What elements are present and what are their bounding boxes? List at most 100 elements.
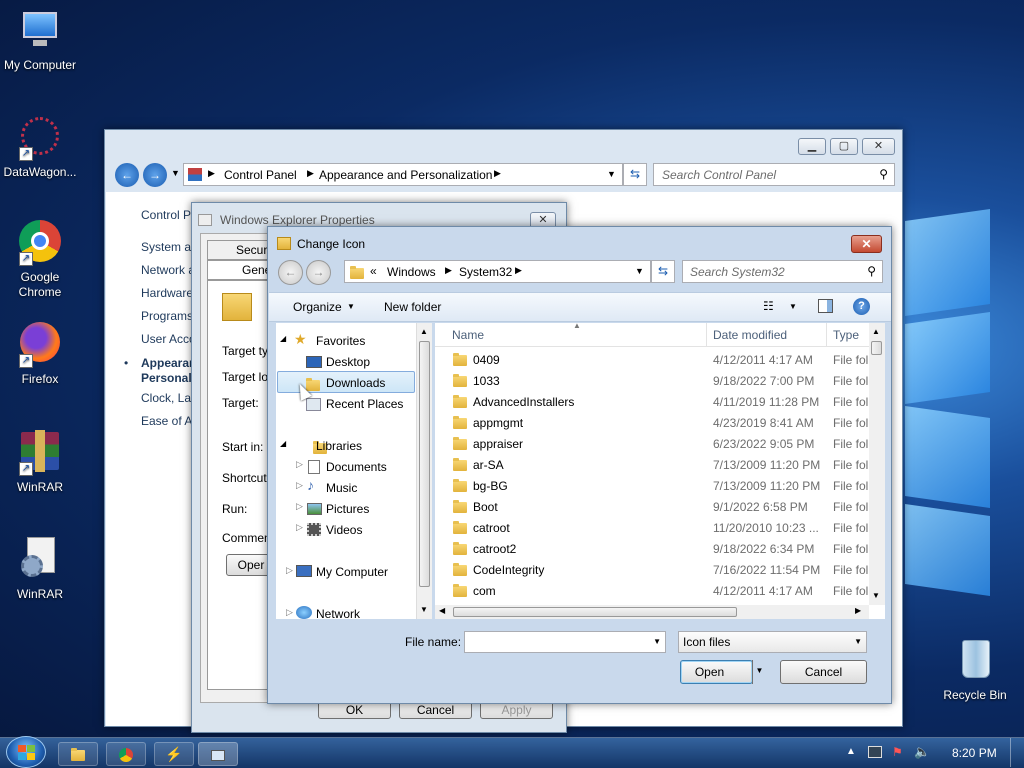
back-icon[interactable]: ← (115, 163, 139, 187)
file-row[interactable]: appraiser 6/23/2022 9:05 PM File fol (435, 434, 869, 455)
nav-my-computer[interactable]: My Computer (316, 562, 388, 582)
file-list-vscrollbar[interactable]: ▲ ▼ (869, 323, 885, 605)
address-bar[interactable]: « Windows ▶ System32 ▶ ▼ (344, 260, 651, 283)
search-input[interactable]: Search Control Panel ⚲ (653, 163, 895, 186)
expand-arrow-icon[interactable]: ◢ (280, 334, 286, 343)
desktop-icon-winrar[interactable]: ↗ WinRAR (0, 430, 80, 494)
breadcrumb-item[interactable]: Windows (387, 265, 436, 279)
nav-desktop[interactable]: Desktop (326, 352, 370, 372)
forward-icon[interactable]: → (306, 260, 331, 285)
collapse-arrow-icon[interactable]: ▷ (286, 607, 293, 618)
refresh-icon[interactable]: ⇆ (623, 163, 647, 186)
taskbar-chrome-icon[interactable] (106, 742, 146, 766)
nav-network[interactable]: Network (316, 604, 360, 624)
file-row[interactable]: ar-SA 7/13/2009 11:20 PM File fol (435, 455, 869, 476)
search-icon[interactable]: ⚲ (879, 167, 888, 181)
sidebar-item[interactable]: System ar (141, 240, 195, 254)
refresh-icon[interactable]: ⇆ (651, 260, 675, 283)
file-row[interactable]: 0409 4/12/2011 4:17 AM File fol (435, 350, 869, 371)
column-date-modified[interactable]: Date modified (713, 328, 787, 342)
file-row[interactable]: com 4/12/2011 4:17 AM File fol (435, 581, 869, 602)
file-name-input[interactable]: ▼ (464, 631, 666, 653)
desktop-icon-datawagon[interactable]: ↗ DataWagon... (0, 115, 80, 179)
column-name[interactable]: Name (452, 328, 484, 342)
search-icon[interactable]: ⚲ (867, 264, 876, 278)
nav-documents[interactable]: Documents (326, 457, 387, 477)
recent-pages-chevron-icon[interactable]: ▼ (171, 168, 180, 178)
back-icon[interactable]: ← (278, 260, 303, 285)
file-row[interactable]: appmgmt 4/23/2019 8:41 AM File fol (435, 413, 869, 434)
nav-libraries[interactable]: Libraries (316, 436, 362, 456)
show-desktop-button[interactable] (1010, 738, 1023, 767)
search-input[interactable]: Search System32 ⚲ (682, 260, 883, 283)
nav-pictures[interactable]: Pictures (326, 499, 369, 519)
collapse-arrow-icon[interactable]: ▷ (296, 522, 303, 533)
address-dropdown-icon[interactable]: ▼ (607, 169, 616, 179)
collapse-arrow-icon[interactable]: ▷ (296, 480, 303, 491)
sidebar-item[interactable]: Clock, La (141, 391, 191, 405)
open-button[interactable]: Open (680, 660, 753, 684)
address-dropdown-icon[interactable]: ▼ (635, 266, 644, 276)
file-row[interactable]: CodeIntegrity 7/16/2022 11:54 PM File fol (435, 560, 869, 581)
taskbar-control-panel-icon[interactable] (198, 742, 238, 766)
file-row[interactable]: catroot 11/20/2010 10:23 ... File fol (435, 518, 869, 539)
help-icon[interactable]: ? (853, 298, 870, 315)
expand-arrow-icon[interactable]: ◢ (280, 439, 286, 448)
network-tray-icon[interactable] (868, 746, 882, 758)
breadcrumb-overflow[interactable]: « (370, 264, 377, 278)
close-button[interactable]: ✕ (851, 235, 882, 253)
breadcrumb-item[interactable]: Control Panel (224, 168, 297, 182)
scrollbar-thumb[interactable] (453, 607, 737, 617)
view-options-icon[interactable]: ☷ (763, 299, 774, 313)
preview-pane-icon[interactable] (818, 299, 833, 313)
address-bar[interactable]: ▶ Control Panel ▶ Appearance and Persona… (183, 163, 623, 186)
sidebar-item[interactable]: Network a (141, 263, 195, 277)
show-hidden-icons-icon[interactable]: ▲ (846, 746, 856, 757)
file-list-hscrollbar[interactable]: ◀ ▶ (435, 605, 869, 619)
sidebar-item[interactable]: User Acco (141, 332, 196, 346)
view-chevron-icon[interactable]: ▼ (789, 302, 797, 311)
file-row[interactable]: Boot 9/1/2022 6:58 PM File fol (435, 497, 869, 518)
clock[interactable]: 8:20 PM (952, 746, 997, 760)
action-center-icon[interactable]: ⚑ (892, 745, 903, 759)
sidebar-item[interactable]: Control P (141, 208, 191, 222)
open-dropdown-icon[interactable]: ▼ (752, 660, 766, 684)
scrollbar-thumb[interactable] (871, 341, 882, 355)
desktop-icon-chrome[interactable]: ↗ Google Chrome (0, 220, 80, 300)
sidebar-item[interactable]: Ease of A (141, 414, 192, 428)
new-folder-button[interactable]: New folder (384, 300, 441, 314)
collapse-arrow-icon[interactable]: ▷ (296, 501, 303, 512)
file-name-dropdown-icon[interactable]: ▼ (653, 637, 661, 646)
minimize-button[interactable]: ▁ (798, 138, 826, 155)
taskbar-explorer-icon[interactable] (58, 742, 98, 766)
taskbar-app-icon[interactable]: ⚡ (154, 742, 194, 766)
column-type[interactable]: Type (833, 328, 859, 342)
maximize-button[interactable]: ▢ (830, 138, 858, 155)
sidebar-item[interactable]: Hardware (141, 286, 193, 300)
cancel-button[interactable]: Cancel (780, 660, 867, 684)
organize-button[interactable]: Organize (293, 300, 342, 314)
file-row[interactable]: bg-BG 7/13/2009 11:20 PM File fol (435, 476, 869, 497)
sidebar-item[interactable]: Programs (141, 309, 193, 323)
desktop-icon-recycle-bin[interactable]: Recycle Bin (935, 638, 1015, 702)
desktop-icon-firefox[interactable]: ↗ Firefox (0, 322, 80, 386)
file-type-dropdown-icon[interactable]: ▼ (854, 637, 862, 646)
file-row[interactable]: AdvancedInstallers 4/11/2019 11:28 PM File… (435, 392, 869, 413)
file-row[interactable]: catroot2 9/18/2022 6:34 PM File fol (435, 539, 869, 560)
breadcrumb-item[interactable]: System32 (459, 265, 512, 279)
nav-favorites[interactable]: Favorites (316, 331, 365, 351)
nav-music[interactable]: Music (326, 478, 357, 498)
nav-downloads[interactable]: Downloads (326, 373, 385, 393)
volume-icon[interactable]: 🔈 (914, 744, 930, 760)
scrollbar-thumb[interactable] (419, 341, 430, 587)
collapse-arrow-icon[interactable]: ▷ (296, 459, 303, 470)
start-button[interactable] (6, 736, 46, 768)
desktop-icon-winrar-setup[interactable]: WinRAR (0, 537, 80, 601)
nav-recent-places[interactable]: Recent Places (326, 394, 403, 414)
forward-icon[interactable]: → (143, 163, 167, 187)
breadcrumb-item[interactable]: Appearance and Personalization (319, 168, 492, 182)
file-row[interactable]: 1033 9/18/2022 7:00 PM File fol (435, 371, 869, 392)
close-button[interactable]: ✕ (862, 138, 895, 155)
nav-scrollbar[interactable]: ▲ ▼ (416, 323, 432, 619)
collapse-arrow-icon[interactable]: ▷ (286, 565, 293, 576)
